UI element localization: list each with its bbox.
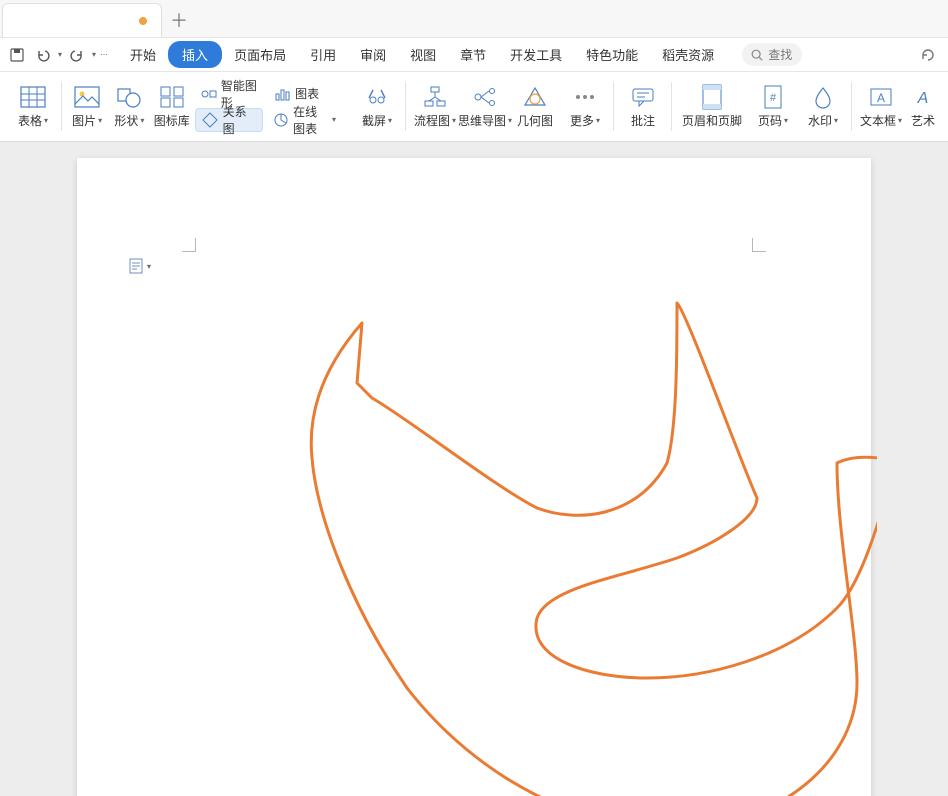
online-chart-icon [273, 111, 289, 129]
menu-docer[interactable]: 稻壳资源 [650, 40, 726, 69]
svg-text:#: # [770, 92, 777, 104]
redo-dropdown[interactable]: ▾ [92, 50, 96, 59]
page-icon [129, 258, 143, 274]
main-menu: 开始 插入 页面布局 引用 审阅 视图 章节 开发工具 特色功能 稻壳资源 [118, 40, 726, 69]
menu-references[interactable]: 引用 [298, 40, 348, 69]
geometry-icon [523, 84, 547, 110]
comment-icon [631, 84, 655, 110]
new-tab-button[interactable]: ＋ [162, 3, 196, 37]
save-button[interactable] [6, 44, 28, 66]
paragraph-options[interactable]: ▾ [129, 258, 151, 274]
relation-button[interactable]: 关系图 [195, 108, 263, 132]
ribbon-insert: 表格▾ 图片▾ 形状▾ 图标库 智能图形 [0, 72, 948, 142]
menu-special[interactable]: 特色功能 [574, 40, 650, 69]
chart-icon [273, 85, 291, 103]
watermark-button[interactable]: 水印▾ [800, 77, 846, 137]
textbox-icon: A [869, 84, 893, 110]
modified-indicator-icon [139, 17, 147, 25]
screenshot-button[interactable]: 截屏▾ [354, 77, 400, 137]
art-text-button[interactable]: A 艺术 [908, 77, 938, 137]
flowchart-icon [423, 84, 447, 110]
iconlib-button[interactable]: 图标库 [153, 77, 191, 137]
document-area[interactable]: ▾ [0, 142, 948, 796]
menu-start[interactable]: 开始 [118, 40, 168, 69]
svg-text:A: A [877, 91, 885, 105]
art-text-icon: A [912, 84, 934, 110]
menu-insert[interactable]: 插入 [168, 41, 222, 68]
menu-review[interactable]: 审阅 [348, 40, 398, 69]
quick-access-toolbar: ▾ ▾ ⋯ [6, 44, 118, 66]
more-button[interactable]: 更多▾ [562, 77, 608, 137]
geometry-button[interactable]: 几何图 [512, 77, 558, 137]
mindmap-icon [473, 84, 497, 110]
search-box[interactable]: 查找 [742, 43, 802, 66]
screenshot-icon [365, 84, 389, 110]
menu-chapter[interactable]: 章节 [448, 40, 498, 69]
page[interactable]: ▾ [77, 158, 871, 796]
relation-icon [202, 111, 219, 129]
search-label: 查找 [768, 46, 792, 63]
table-icon [20, 84, 46, 110]
shape-button[interactable]: 形状▾ [110, 77, 148, 137]
header-footer-icon [701, 84, 723, 110]
table-button[interactable]: 表格▾ [10, 77, 56, 137]
comment-button[interactable]: 批注 [620, 77, 666, 137]
more-icon [573, 84, 597, 110]
textbox-button[interactable]: A 文本框▾ [858, 77, 904, 137]
refresh-icon[interactable] [920, 47, 936, 63]
online-chart-button[interactable]: 在线图表▾ [267, 108, 342, 132]
menu-bar: ▾ ▾ ⋯ 开始 插入 页面布局 引用 审阅 视图 章节 开发工具 特色功能 稻… [0, 38, 948, 72]
undo-button[interactable] [32, 44, 54, 66]
document-tab[interactable] [2, 3, 162, 37]
flowchart-button[interactable]: 流程图▾ [412, 77, 458, 137]
picture-button[interactable]: 图片▾ [68, 77, 106, 137]
page-number-icon: # [763, 84, 783, 110]
menu-view[interactable]: 视图 [398, 40, 448, 69]
tab-bar: ＋ [0, 0, 948, 38]
menu-page-layout[interactable]: 页面布局 [222, 40, 298, 69]
svg-text:A: A [917, 90, 929, 107]
smartart-icon [201, 85, 217, 103]
undo-dropdown[interactable]: ▾ [58, 50, 62, 59]
search-icon [750, 48, 764, 62]
picture-icon [74, 84, 100, 110]
freeform-shape[interactable] [197, 288, 877, 796]
redo-button[interactable] [66, 44, 88, 66]
page-number-button[interactable]: # 页码▾ [750, 77, 796, 137]
right-controls [920, 47, 942, 63]
paragraph-options-dropdown[interactable]: ▾ [147, 262, 151, 271]
shape-icon [116, 84, 142, 110]
margin-mark-top-right [752, 238, 766, 252]
qat-more[interactable]: ⋯ [100, 50, 108, 59]
header-footer-button[interactable]: 页眉和页脚 [678, 77, 746, 137]
menu-dev-tools[interactable]: 开发工具 [498, 40, 574, 69]
margin-mark-top-left [182, 238, 196, 252]
iconlib-icon [160, 84, 184, 110]
watermark-icon [811, 84, 835, 110]
mindmap-button[interactable]: 思维导图▾ [462, 77, 508, 137]
